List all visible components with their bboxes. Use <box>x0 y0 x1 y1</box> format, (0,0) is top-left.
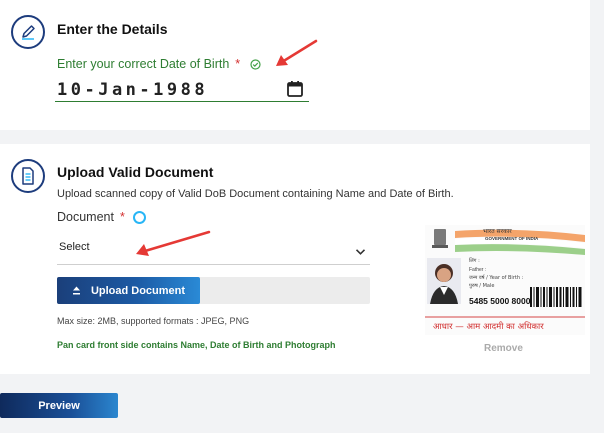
upload-subtitle: Upload scanned copy of Valid DoB Documen… <box>57 188 454 200</box>
document-icon <box>11 159 45 193</box>
dob-input[interactable]: 10-Jan-1988 <box>57 80 208 100</box>
remove-document-link[interactable]: Remove <box>484 343 523 354</box>
card-subheader: GOVERNMENT OF INDIA <box>485 236 539 241</box>
upload-card: Upload Valid Document Upload scanned cop… <box>0 144 590 374</box>
chevron-down-icon <box>355 243 366 261</box>
pen-icon <box>11 15 45 49</box>
dob-label: Enter your correct Date of Birth <box>57 57 230 71</box>
document-preview-image: भारत सरकार GOVERNMENT OF INDIA लिंग : Fa… <box>425 225 585 335</box>
document-label-row: Document * <box>57 210 146 224</box>
card-header: भारत सरकार <box>483 228 512 235</box>
document-select-value: Select <box>59 241 90 253</box>
info-icon[interactable] <box>132 210 146 224</box>
card-line-3: जन्म वर्ष / Year of Birth : <box>469 275 524 281</box>
details-title: Enter the Details <box>57 21 168 37</box>
card-line-1: लिंग : <box>469 258 480 264</box>
details-card: Enter the Details Enter your correct Dat… <box>0 0 590 130</box>
document-label: Document <box>57 210 114 224</box>
required-mark: * <box>235 57 241 71</box>
card-number: 5485 5000 8000 <box>469 296 531 306</box>
upload-document-button[interactable]: Upload Document <box>57 277 200 304</box>
max-size-hint: Max size: 2MB, supported formats : JPEG,… <box>57 316 250 326</box>
dob-label-row: Enter your correct Date of Birth * <box>57 57 261 71</box>
card-line-2: Father : <box>469 267 487 273</box>
upload-icon <box>72 286 81 295</box>
check-circle-icon <box>250 58 261 70</box>
upload-document-label: Upload Document <box>90 284 186 297</box>
calendar-icon[interactable] <box>286 80 304 103</box>
card-footer: आधार — आम आदमी का अधिकार <box>433 322 544 332</box>
upload-title: Upload Valid Document <box>57 164 214 180</box>
emblem-icon <box>432 229 448 248</box>
annotation-arrow-dob <box>276 39 318 66</box>
annotation-arrow-select <box>136 230 211 256</box>
document-note: Pan card front side contains Name, Date … <box>57 340 336 350</box>
required-mark: * <box>119 210 125 224</box>
dob-input-underline <box>55 101 309 102</box>
avatar <box>427 258 461 304</box>
preview-button[interactable]: Preview <box>0 393 118 418</box>
card-line-4: पुरुष / Male <box>469 283 495 289</box>
